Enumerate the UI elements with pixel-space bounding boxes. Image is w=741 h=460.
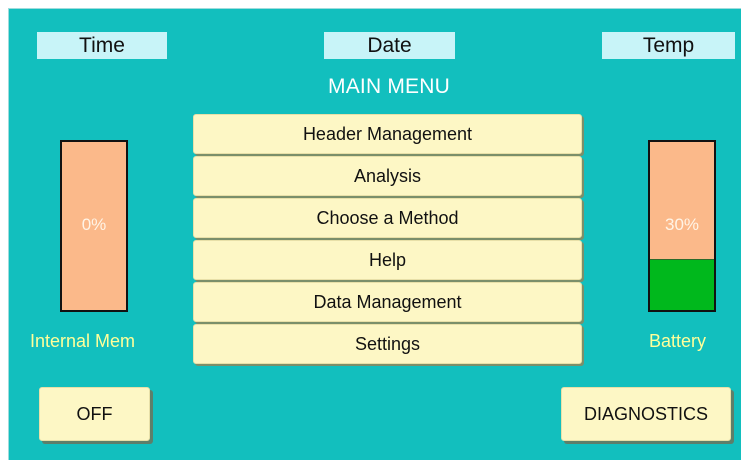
temp-label: Temp bbox=[642, 34, 695, 57]
date-label: Date bbox=[367, 34, 412, 57]
menu-item-help[interactable]: Help bbox=[193, 240, 582, 280]
battery-gauge: 30% bbox=[648, 140, 716, 312]
menu-item-header-management[interactable]: Header Management bbox=[193, 114, 582, 154]
off-button[interactable]: OFF bbox=[39, 387, 150, 441]
battery-percent: 30% bbox=[664, 215, 700, 234]
internal-memory-gauge: 0% bbox=[60, 140, 128, 312]
time-label: Time bbox=[79, 34, 125, 57]
temp-display: Temp bbox=[602, 32, 735, 59]
diagnostics-button[interactable]: DIAGNOSTICS bbox=[561, 387, 731, 441]
page-title: MAIN MENU bbox=[328, 75, 450, 98]
battery-label: Battery bbox=[649, 331, 707, 351]
menu-item-settings[interactable]: Settings bbox=[193, 324, 582, 364]
main-menu-screen: Time Date Temp MAIN MENU Header Manageme… bbox=[8, 8, 741, 460]
time-display: Time bbox=[37, 32, 167, 59]
internal-memory-percent: 0% bbox=[81, 215, 107, 234]
menu-item-choose-method[interactable]: Choose a Method bbox=[193, 198, 582, 238]
menu-item-analysis[interactable]: Analysis bbox=[193, 156, 582, 196]
battery-gauge-fill bbox=[650, 258, 714, 310]
date-display: Date bbox=[324, 32, 455, 59]
main-menu-list: Header Management Analysis Choose a Meth… bbox=[193, 114, 582, 366]
internal-memory-label: Internal Mem bbox=[30, 331, 136, 351]
menu-item-data-management[interactable]: Data Management bbox=[193, 282, 582, 322]
